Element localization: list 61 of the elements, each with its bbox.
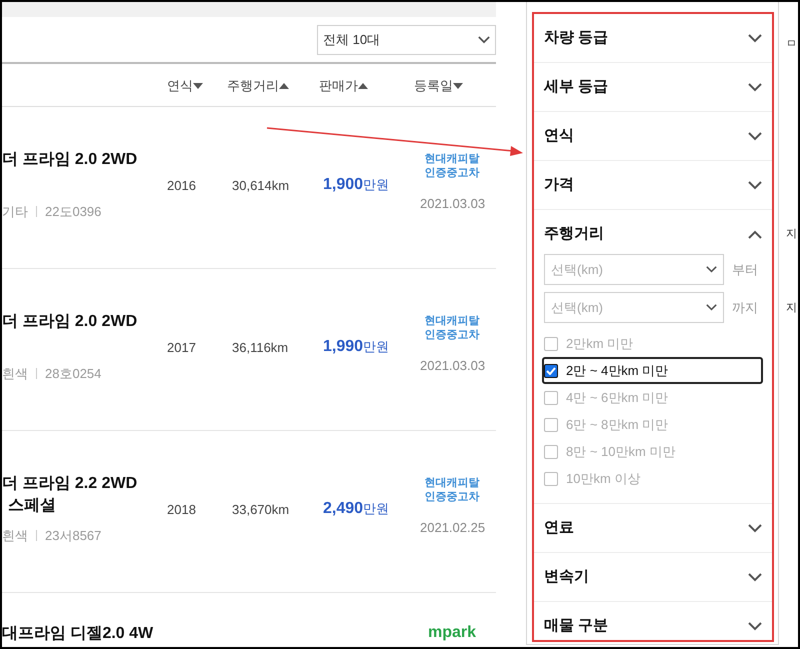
date-cell-text: 2021.02.25: [420, 519, 486, 537]
edge-text: 지: [786, 228, 797, 241]
filter-header[interactable]: 변속기: [534, 553, 772, 601]
chevron-down-icon: [748, 524, 762, 532]
car-title[interactable]: 더 프라임 2.2 2WD 스페셜: [2, 473, 138, 517]
checkbox[interactable]: [544, 364, 558, 378]
car-title[interactable]: 대프라임 디젤2.0 4W: [2, 623, 154, 645]
price-cell-text: 2,490만원: [323, 499, 390, 519]
chevron-down-icon: [706, 266, 717, 273]
car-title[interactable]: 더 프라임 2.0 2WD: [2, 311, 138, 333]
mileage-cell-text: 33,670km: [232, 501, 290, 519]
car-detail: 23서8567: [45, 527, 102, 545]
mileage-cell-text: 30,614km: [232, 177, 290, 195]
filter-header[interactable]: 연료: [534, 504, 772, 552]
dealer-label: 현대캐피탈 인증중고차: [424, 476, 480, 504]
sort-header[interactable]: 등록일: [414, 76, 463, 96]
car-detail: 흰색: [2, 527, 28, 545]
checkbox[interactable]: [544, 472, 558, 486]
filter-header[interactable]: 매물 구분: [534, 602, 772, 647]
filter-header[interactable]: 차량 등급: [534, 14, 772, 62]
range-suffix: 부터: [732, 260, 758, 279]
edge-text: ㅁ: [786, 38, 797, 51]
car-detail: 기타: [2, 203, 28, 221]
count-select[interactable]: 전체 10대: [317, 24, 496, 54]
chevron-up-icon: [748, 230, 762, 238]
chevron-down-icon: [748, 132, 762, 140]
sort-header[interactable]: 연식: [167, 76, 203, 96]
mileage-cell-text: 36,116km: [232, 339, 288, 357]
checkbox-option[interactable]: 2만 ~ 4만km 미만: [542, 357, 763, 384]
chevron-down-icon: [748, 180, 762, 190]
dealer-label: mpark: [426, 623, 478, 643]
checkbox[interactable]: [544, 390, 558, 404]
sort-header[interactable]: 판매가: [319, 76, 368, 96]
edge-text: 지: [786, 302, 797, 315]
chevron-down-icon: [748, 34, 762, 42]
year-cell-text: 2016: [167, 177, 196, 195]
car-title[interactable]: 더 프라임 2.0 2WD: [2, 149, 138, 171]
car-detail: 28호0254: [45, 365, 102, 383]
chevron-down-icon: [706, 304, 717, 311]
year-cell-text: 2018: [167, 501, 196, 519]
range-suffix: 까지: [732, 298, 758, 317]
chevron-down-icon: [748, 622, 762, 630]
chevron-down-icon: [748, 572, 762, 582]
price-cell-text: 1,900만원: [323, 175, 390, 195]
year-cell-text: 2017: [167, 339, 196, 357]
checkbox[interactable]: [544, 336, 558, 350]
car-detail: 22도0396: [45, 203, 102, 221]
dealer-label: 현대캐피탈 인증중고차: [424, 152, 480, 180]
date-cell-text: 2021.03.03: [420, 357, 486, 375]
sort-header[interactable]: 주행거리: [227, 76, 289, 96]
price-cell-text: 1,990만원: [323, 337, 390, 357]
checkbox[interactable]: [544, 444, 558, 458]
filter-header[interactable]: 연식: [534, 112, 772, 160]
filter-header[interactable]: 가격: [534, 161, 772, 209]
filter-header[interactable]: 세부 등급: [534, 63, 772, 111]
chevron-down-icon: [478, 36, 490, 44]
dealer-label: 현대캐피탈 인증중고차: [424, 314, 480, 342]
car-detail: 흰색: [2, 365, 28, 383]
chevron-down-icon: [748, 82, 762, 92]
date-cell-text: 2021.03.03: [420, 195, 486, 213]
checkbox[interactable]: [544, 418, 558, 432]
